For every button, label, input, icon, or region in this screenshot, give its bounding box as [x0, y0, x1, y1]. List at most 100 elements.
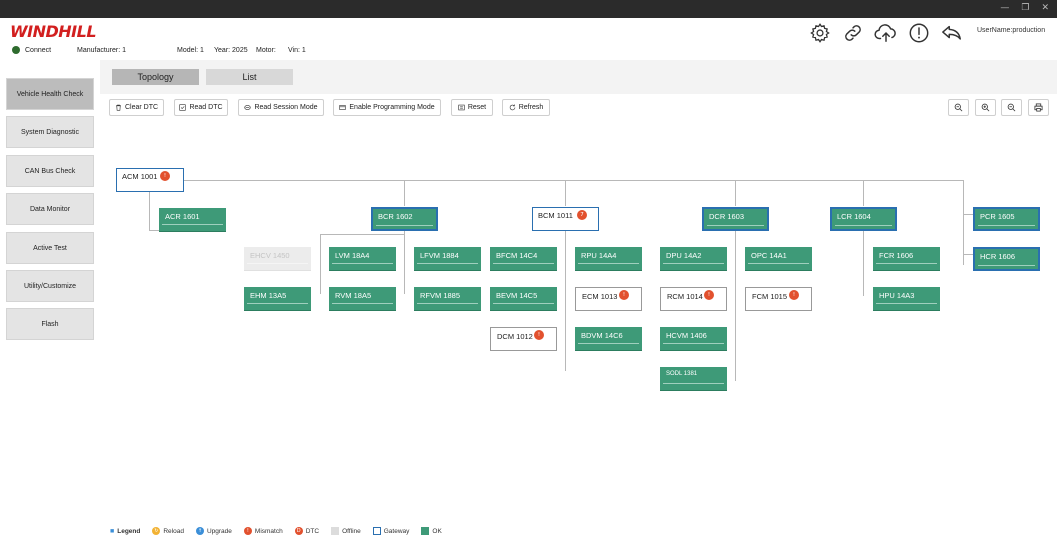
ecu-node-dcr[interactable]: DCR 1603	[702, 207, 769, 231]
legend: ■ Legend ↻ Reload ↑ Upgrade ! Mismatch D…	[110, 525, 454, 537]
back-arrow-icon[interactable]	[940, 21, 964, 45]
bus-line	[963, 180, 964, 265]
bus-line	[149, 192, 150, 230]
ecu-node-fcm[interactable]: FCM 1015 !	[745, 287, 812, 311]
sidebar-item-vehicle-health-check[interactable]: Vehicle Health Check	[6, 78, 94, 110]
vehicle-status-line: Connect Manufacturer: 1 Model: 1 Year: 2…	[12, 46, 306, 54]
tab-topology[interactable]: Topology	[112, 69, 199, 85]
clear-dtc-label: Clear DTC	[124, 104, 159, 111]
sidebar: Vehicle Health Check System Diagnostic C…	[0, 60, 100, 544]
enable-programming-mode-button[interactable]: Enable Programming Mode	[333, 99, 441, 116]
gear-icon[interactable]	[808, 21, 832, 45]
app-header: WINDHILL Connect Manufacturer: 1 Model: …	[0, 18, 1057, 60]
read-dtc-label: Read DTC	[189, 104, 223, 111]
ecu-label: LFVM 1884	[420, 251, 459, 260]
ecu-node-rvm[interactable]: RVM 18A5	[329, 287, 396, 311]
ecu-node-rpu[interactable]: RPU 14A4	[575, 247, 642, 271]
read-session-mode-button[interactable]: Read Session Mode	[238, 99, 324, 116]
read-session-mode-label: Read Session Mode	[254, 104, 318, 111]
cloud-upload-icon[interactable]	[874, 21, 898, 45]
ecu-node-opc[interactable]: OPC 14A1	[745, 247, 812, 271]
ecu-label: DCM 1012	[497, 332, 533, 341]
sidebar-item-data-monitor[interactable]: Data Monitor	[6, 193, 94, 225]
ecu-label: DCR 1603	[709, 212, 745, 221]
ecu-node-sodl[interactable]: SODL 1381	[660, 367, 727, 391]
sidebar-item-utility-customize[interactable]: Utility/Customize	[6, 270, 94, 302]
year-label: Year: 2025	[214, 46, 248, 54]
read-dtc-button[interactable]: Read DTC	[174, 99, 228, 116]
zoom-in-icon	[981, 103, 990, 112]
ecu-label: ACM 1001	[122, 172, 158, 181]
ok-swatch	[421, 527, 430, 535]
topology-diagram: ACM 1001 ! ACR 1601 BCR 1602 BCM 1011 7 …	[100, 124, 1057, 514]
reset-icon	[458, 104, 465, 111]
alert-icon[interactable]	[907, 21, 931, 45]
reload-icon: ↻	[152, 527, 161, 535]
ecu-node-lcr[interactable]: LCR 1604	[830, 207, 897, 231]
ecu-node-dpu[interactable]: DPU 14A2	[660, 247, 727, 271]
maximize-button[interactable]: ❐	[1021, 3, 1029, 13]
ecu-node-pcr[interactable]: PCR 1605	[973, 207, 1040, 231]
sidebar-item-system-diagnostic[interactable]: System Diagnostic	[6, 116, 94, 148]
ecu-label: FCR 1606	[879, 251, 914, 260]
ecu-label: DPU 14A2	[666, 251, 702, 260]
ecu-node-rcm[interactable]: RCM 1014 !	[660, 287, 727, 311]
ecu-node-dcm[interactable]: DCM 1012 !	[490, 327, 557, 351]
minimize-button[interactable]: —	[1000, 3, 1009, 13]
ecu-node-lvm[interactable]: LVM 18A4	[329, 247, 396, 271]
zoom-out-button[interactable]	[948, 99, 969, 116]
legend-title: ■ Legend	[110, 527, 141, 535]
ecu-node-bcr[interactable]: BCR 1602	[371, 207, 438, 231]
ecu-label: RVM 18A5	[335, 291, 372, 300]
ecu-node-fcr[interactable]: FCR 1606	[873, 247, 940, 271]
dtc-icon: D	[294, 527, 303, 535]
ecu-node-acr[interactable]: ACR 1601	[159, 208, 226, 232]
ecu-node-bdvm[interactable]: BDVM 14C6	[575, 327, 642, 351]
dtc-badge: 7	[577, 210, 587, 220]
zoom-reset-button[interactable]	[1001, 99, 1022, 116]
reset-button[interactable]: Reset	[451, 99, 493, 116]
bus-line	[735, 231, 736, 381]
ecu-node-lfvm[interactable]: LFVM 1884	[414, 247, 481, 271]
connection-status: Connect	[25, 46, 52, 54]
ecu-node-bcm[interactable]: BCM 1011 7	[532, 207, 599, 231]
refresh-button[interactable]: Refresh	[502, 99, 550, 116]
ecu-node-ecm[interactable]: ECM 1013 !	[575, 287, 642, 311]
legend-dtc: D DTC	[294, 527, 319, 535]
ecu-node-hcr[interactable]: HCR 1606	[973, 247, 1040, 271]
sidebar-item-flash[interactable]: Flash	[6, 308, 94, 340]
toolbar: Clear DTC Read DTC Read Session Mode Ena…	[100, 94, 1057, 124]
tab-list[interactable]: List	[206, 69, 293, 85]
legend-gateway: Gateway	[372, 527, 409, 535]
link-icon[interactable]	[841, 21, 865, 45]
ecu-node-ehcv[interactable]: EHCV 1450	[244, 247, 311, 271]
username-label: UserName:production	[977, 27, 1046, 34]
ecu-label: ECM 1013	[582, 292, 618, 301]
bus-line-main	[183, 180, 963, 181]
ecu-node-acm[interactable]: ACM 1001 !	[116, 168, 184, 192]
sidebar-item-active-test[interactable]: Active Test	[6, 232, 94, 264]
ecu-label: LVM 18A4	[335, 251, 370, 260]
windhill-logo: WINDHILL	[10, 22, 97, 41]
ecu-node-ehm[interactable]: EHM 13A5	[244, 287, 311, 311]
session-icon	[244, 105, 252, 110]
zoom-in-button[interactable]	[975, 99, 996, 116]
offline-swatch	[331, 527, 340, 535]
bus-line	[565, 231, 566, 371]
ecu-label: HPU 14A3	[879, 291, 915, 300]
legend-reload: ↻ Reload	[152, 527, 184, 535]
ecu-label: SODL 1381	[666, 371, 698, 377]
ecu-label: EHM 13A5	[250, 291, 287, 300]
ecu-node-hcvm[interactable]: HCVM 1406	[660, 327, 727, 351]
ecu-node-rfvm[interactable]: RFVM 1885	[414, 287, 481, 311]
print-button[interactable]	[1028, 99, 1049, 116]
clear-dtc-button[interactable]: Clear DTC	[109, 99, 164, 116]
ecu-node-hpu[interactable]: HPU 14A3	[873, 287, 940, 311]
ecu-node-bfcm[interactable]: BFCM 14C4	[490, 247, 557, 271]
sidebar-item-can-bus-check[interactable]: CAN Bus Check	[6, 155, 94, 187]
legend-upgrade: ↑ Upgrade	[195, 527, 232, 535]
ecu-node-bevm[interactable]: BEVM 14C5	[490, 287, 557, 311]
ecu-label: RPU 14A4	[581, 251, 617, 260]
ecu-label: OPC 14A1	[751, 251, 787, 260]
close-button[interactable]: ✕	[1041, 3, 1049, 13]
